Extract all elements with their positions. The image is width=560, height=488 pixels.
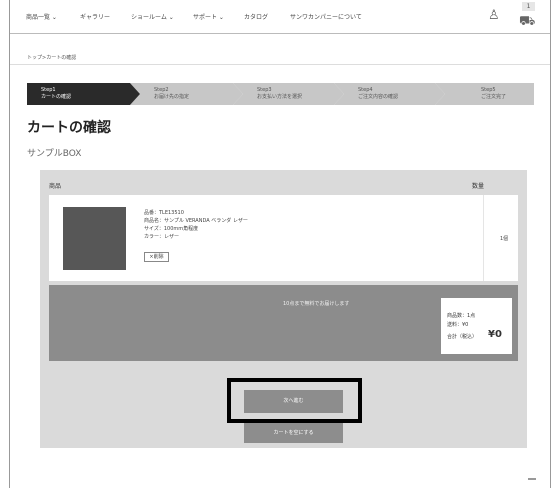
delete-button[interactable]: ×削除 (144, 252, 169, 262)
breadcrumb[interactable]: トップ>カートの確認 (27, 54, 76, 61)
empty-cart-button[interactable]: カートを空にする (244, 423, 343, 443)
step-4: Step4 ご注文内容の確認 (334, 83, 445, 105)
product-name[interactable]: 商品名：サンプル VERANDA ベランダ レザー (144, 217, 248, 225)
item-quantity: 1個 (500, 236, 509, 242)
nav-item-support[interactable]: サポート ⌄ (193, 12, 224, 21)
product-size: サイズ：100mm角程度 (144, 226, 199, 232)
header-quantity: 数量 (472, 183, 485, 190)
step-5: Step5 ご注文完了 (435, 83, 534, 105)
top-nav: 商品一覧 ⌄ ギャラリー ショールーム ⌄ サポート ⌄ カタログ サンワカンパ… (10, 0, 550, 34)
highlight-box (227, 378, 362, 423)
cart-subtitle: サンプルBOX (27, 149, 82, 159)
nav-item-catalog[interactable]: カタログ (244, 12, 268, 21)
nav-item-products[interactable]: 商品一覧 ⌄ (26, 12, 57, 21)
shipping-fee: 送料：¥0 (447, 322, 469, 328)
totals-box: 商品数：1点 送料：¥0 合計（税込） ¥0 (441, 298, 512, 354)
item-count: 商品数：1点 (447, 313, 476, 319)
nav-item-showroom[interactable]: ショールーム ⌄ (131, 12, 174, 21)
user-icon[interactable]: ♙ (488, 8, 500, 23)
nav-item-about[interactable]: サンワカンパニーについて (290, 12, 362, 21)
cart-item-row: 品番：TLE13510 商品名：サンプル VERANDA ベランダ レザー サイ… (49, 195, 518, 281)
column-divider (483, 195, 484, 281)
total-value: ¥0 (488, 329, 502, 340)
product-thumbnail[interactable] (63, 207, 126, 270)
total-label: 合計（税込） (447, 334, 478, 340)
product-code: 品番：TLE13510 (144, 210, 184, 216)
step-3: Step3 お支払い方法を選択 (233, 83, 344, 105)
corner-mark (528, 478, 536, 480)
page-frame: 商品一覧 ⌄ ギャラリー ショールーム ⌄ サポート ⌄ カタログ サンワカンパ… (9, 0, 551, 488)
product-details: 品番：TLE13510 商品名：サンプル VERANDA ベランダ レザー サイ… (144, 209, 248, 241)
page-title: カートの確認 (27, 120, 111, 136)
cart-icon[interactable]: ⛟ (519, 14, 535, 31)
nav-item-gallery[interactable]: ギャラリー (80, 12, 110, 21)
header-product: 商品 (49, 183, 62, 190)
shipping-note: 10点まで無料でお届けします (283, 301, 350, 307)
checkout-steps: Step1 カートの確認 Step2 お届け先の指定 Step3 お支払い方法を… (27, 83, 534, 105)
cart-summary: 10点まで無料でお届けします 商品数：1点 送料：¥0 合計（税込） ¥0 (49, 285, 518, 361)
cart-count-badge: 1 (522, 2, 535, 11)
product-color: カラー：レザー (144, 234, 180, 240)
divider (10, 64, 550, 65)
step-1: Step1 カートの確認 (27, 83, 140, 105)
step-2: Step2 お届け先の指定 (130, 83, 243, 105)
